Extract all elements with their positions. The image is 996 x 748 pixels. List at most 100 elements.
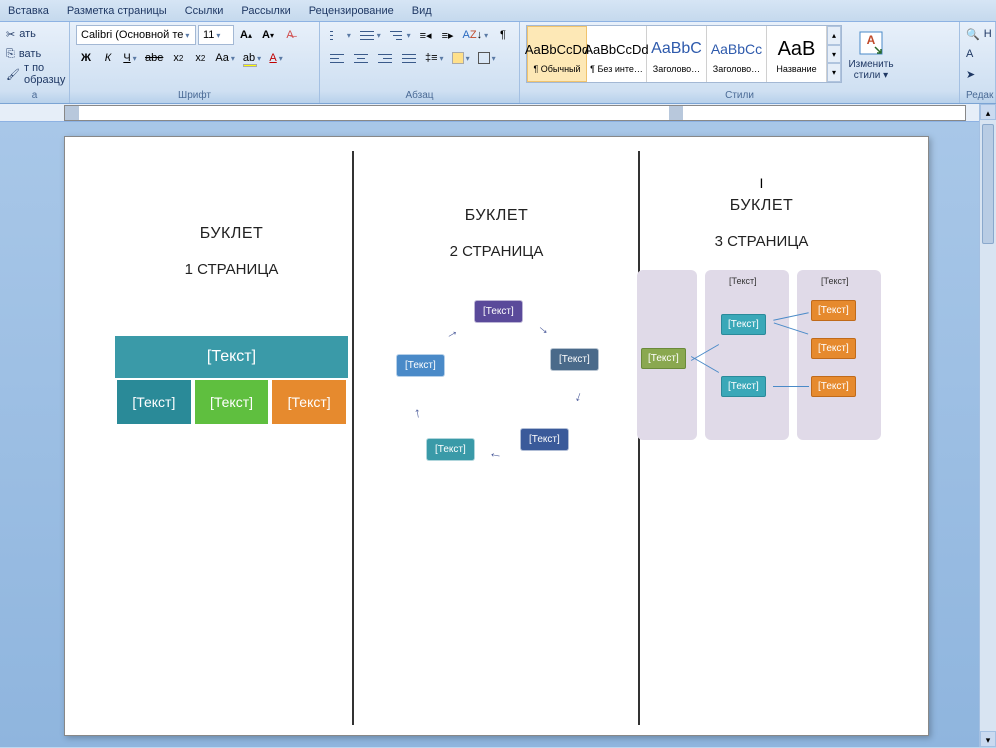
justify-button[interactable] (398, 48, 420, 68)
bold-button[interactable]: Ж (76, 48, 96, 68)
select-button[interactable]: ➤ (966, 65, 989, 83)
style-title[interactable]: AaBНазвание (767, 26, 827, 82)
svg-text:A: A (867, 33, 876, 47)
tab-page-layout[interactable]: Разметка страницы (67, 5, 167, 17)
ribbon-tabs: Вставка Разметка страницы Ссылки Рассылк… (0, 0, 996, 22)
cycle-node-5[interactable]: [Текст] (396, 354, 445, 377)
font-name-combo[interactable]: Calibri (Основной те (76, 25, 196, 45)
cycle-arrow: → (487, 449, 504, 467)
change-styles-icon: A (857, 27, 885, 59)
group-label-editing: Редак (966, 90, 989, 101)
copy-button[interactable]: ⎘вать (6, 45, 63, 63)
find-icon: 🔍 (966, 28, 980, 41)
smartart-hierarchy[interactable]: [Текст] [Текст] [Текст] [Текст] [Текст] … (643, 270, 880, 470)
tab-view[interactable]: Вид (412, 5, 432, 17)
format-painter-button[interactable]: 🖌т по образцу (6, 65, 63, 83)
page[interactable]: БУКЛЕТ 1 СТРАНИЦА [Текст] [Текст] [Текст… (64, 136, 929, 736)
group-styles: AaBbCcDd¶ Обычный AaBbCcDd¶ Без инте… Aa… (520, 22, 960, 103)
group-clipboard: ✂ать ⎘вать 🖌т по образцу а (0, 22, 70, 103)
change-case-button[interactable]: Aa (212, 48, 237, 68)
scroll-thumb[interactable] (982, 124, 994, 244)
cycle-arrow: → (571, 389, 591, 408)
col1-title: БУКЛЕТ (113, 225, 350, 243)
font-size-combo[interactable]: 11 (198, 25, 234, 45)
numbering-button[interactable] (356, 25, 384, 45)
col3-sub: 3 СТРАНИЦА (643, 233, 880, 250)
underline-button[interactable]: Ч (120, 48, 140, 68)
font-color-button[interactable]: A (266, 48, 286, 68)
align-right-button[interactable] (374, 48, 396, 68)
group-editing: 🔍Н А ➤ Редак (960, 22, 996, 103)
clear-formatting-button[interactable]: A̶ (280, 25, 300, 45)
style-heading1[interactable]: AaBbCЗаголово… (647, 26, 707, 82)
align-left-button[interactable] (326, 48, 348, 68)
col2-sub: 2 СТРАНИЦА (378, 243, 615, 260)
hier-leaf-2[interactable]: [Текст] (811, 338, 856, 359)
ribbon: ✂ать ⎘вать 🖌т по образцу а Calibri (Осно… (0, 22, 996, 104)
cut-button[interactable]: ✂ать (6, 25, 63, 43)
smartart-table[interactable]: [Текст] [Текст] [Текст] [Текст] (113, 334, 350, 428)
hier-leaf-1[interactable]: [Текст] (811, 300, 856, 321)
cycle-arrow: → (406, 406, 424, 423)
hier-leaf-3[interactable]: [Текст] (811, 376, 856, 397)
group-label-clipboard: а (6, 90, 63, 101)
bullets-button[interactable] (326, 25, 354, 45)
smartart-table-cell-1[interactable]: [Текст] (115, 378, 193, 426)
line-spacing-button[interactable]: ‡≡ (422, 48, 447, 68)
hier-bg-2 (705, 270, 789, 440)
sort-button[interactable]: AZ↓ (460, 25, 491, 45)
scroll-up-button[interactable]: ▴ (980, 104, 996, 120)
cycle-node-4[interactable]: [Текст] (426, 438, 475, 461)
cycle-node-2[interactable]: [Текст] (550, 348, 599, 371)
tab-review[interactable]: Рецензирование (309, 5, 394, 17)
smartart-table-header[interactable]: [Текст] (115, 336, 348, 378)
highlight-button[interactable]: ab (240, 48, 264, 68)
col1-sub: 1 СТРАНИЦА (113, 261, 350, 278)
col2-title: БУКЛЕТ (378, 207, 615, 225)
hier-line (773, 386, 809, 387)
horizontal-ruler[interactable] (0, 104, 996, 122)
align-center-button[interactable] (350, 48, 372, 68)
find-button[interactable]: 🔍Н (966, 25, 989, 43)
replace-button[interactable]: А (966, 45, 989, 63)
increase-indent-button[interactable]: ≡▸ (438, 25, 458, 45)
strikethrough-button[interactable]: abe (142, 48, 166, 68)
superscript-button[interactable]: x2 (190, 48, 210, 68)
hier-label-3: [Текст] (821, 276, 849, 286)
styles-gallery[interactable]: AaBbCcDd¶ Обычный AaBbCcDd¶ Без инте… Aa… (526, 25, 842, 83)
subscript-button[interactable]: x2 (168, 48, 188, 68)
cycle-node-3[interactable]: [Текст] (520, 428, 569, 451)
cursor-icon: ➤ (966, 68, 975, 81)
group-font: Calibri (Основной те 11 A▴ A▾ A̶ Ж К Ч a… (70, 22, 320, 103)
scroll-down-button[interactable]: ▾ (980, 731, 996, 747)
vertical-scrollbar[interactable]: ▴ ▾ (979, 104, 996, 747)
tab-insert[interactable]: Вставка (8, 5, 49, 17)
column-2: БУКЛЕТ 2 СТРАНИЦА [Текст] [Текст] [Текст… (364, 165, 629, 715)
borders-button[interactable] (475, 48, 499, 68)
style-normal[interactable]: AaBbCcDd¶ Обычный (527, 26, 587, 82)
tab-mailings[interactable]: Рассылки (241, 5, 290, 17)
shading-button[interactable] (449, 48, 473, 68)
italic-button[interactable]: К (98, 48, 118, 68)
style-no-spacing[interactable]: AaBbCcDd¶ Без инте… (587, 26, 647, 82)
tab-references[interactable]: Ссылки (185, 5, 224, 17)
smartart-cycle[interactable]: [Текст] [Текст] [Текст] [Текст] [Текст] … (378, 294, 615, 494)
shrink-font-button[interactable]: A▾ (258, 25, 278, 45)
multilevel-button[interactable] (386, 25, 414, 45)
cycle-arrow: → (534, 317, 555, 338)
hier-root[interactable]: [Текст] (641, 348, 686, 369)
style-heading2[interactable]: AaBbCcЗаголово… (707, 26, 767, 82)
cycle-arrow: → (441, 322, 461, 343)
show-marks-button[interactable]: ¶ (493, 25, 513, 45)
grow-font-button[interactable]: A▴ (236, 25, 256, 45)
styles-scroll[interactable]: ▴▾▾ (827, 26, 841, 82)
smartart-table-cell-3[interactable]: [Текст] (270, 378, 348, 426)
hier-child-2[interactable]: [Текст] (721, 376, 766, 397)
group-label-styles: Стили (526, 90, 953, 101)
hier-child-1[interactable]: [Текст] (721, 314, 766, 335)
cycle-node-1[interactable]: [Текст] (474, 300, 523, 323)
change-styles-button[interactable]: A Изменить стили ▾ (844, 27, 898, 81)
smartart-table-cell-2[interactable]: [Текст] (193, 378, 271, 426)
column-divider-1 (352, 151, 354, 725)
decrease-indent-button[interactable]: ≡◂ (416, 25, 436, 45)
